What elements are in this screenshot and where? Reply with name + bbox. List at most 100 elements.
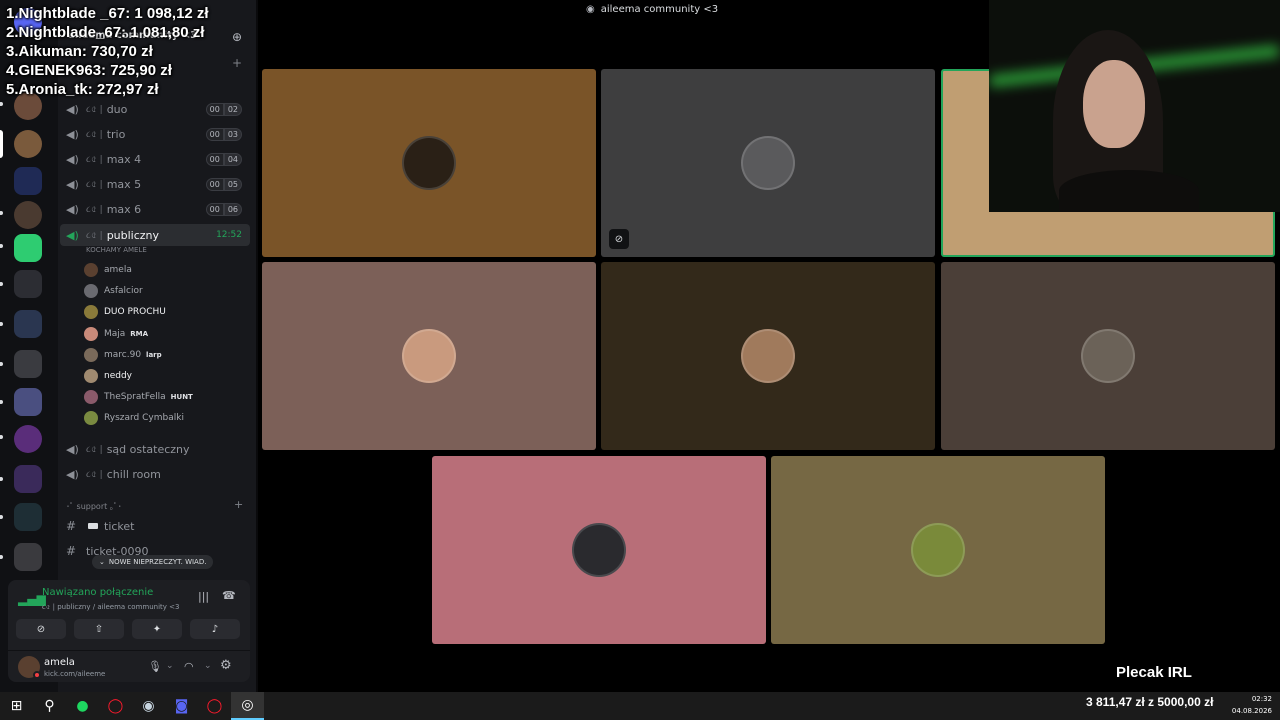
server-icon[interactable] — [14, 201, 42, 229]
server-folder-icon[interactable] — [14, 503, 42, 531]
add-channel-icon[interactable]: + — [234, 498, 243, 511]
top-donors-overlay: 1.Nightblade _67: 1 098,12 zł 2.Nightblad… — [6, 4, 209, 99]
steam-icon[interactable]: ◉ — [132, 692, 165, 720]
participant-tile[interactable] — [601, 262, 935, 450]
soundboard-button[interactable]: ♪ — [190, 619, 240, 639]
participant-tile[interactable] — [941, 262, 1275, 450]
user-status: kick.com/aileeme — [44, 670, 106, 678]
voice-member[interactable]: Asfalcior — [84, 281, 254, 301]
avatar — [84, 263, 98, 277]
avatar — [84, 411, 98, 426]
avatar — [402, 329, 456, 383]
microphone-icon[interactable]: 🎙 — [148, 660, 162, 673]
server-icon: ◉ — [586, 4, 595, 15]
participant-tile[interactable] — [262, 262, 596, 450]
avatar — [84, 369, 98, 383]
donor-entry: 3.Aikuman: 730,70 zł — [6, 43, 153, 60]
server-folder-icon[interactable] — [14, 465, 42, 493]
server-folder-icon[interactable] — [14, 350, 42, 378]
add-channel-icon[interactable]: + — [232, 56, 242, 70]
speaker-icon: ◀) — [66, 127, 79, 141]
member-name: amela — [104, 265, 132, 275]
goal-title: Plecak IRL — [1116, 664, 1192, 681]
avatar — [1081, 329, 1135, 383]
windows-start-icon[interactable]: ⊞ — [0, 692, 33, 720]
voice-location[interactable]: ૮৫ | publiczny / aileema community <3 — [42, 601, 179, 613]
channel-chill-room[interactable]: ◀) ૮৫ | chill room — [60, 463, 250, 485]
screen-share-icon: ⇧ — [94, 623, 104, 635]
voice-member[interactable]: Ryszard Cymbalki — [84, 408, 254, 428]
chevron-down-icon: ⌄ — [99, 558, 105, 566]
channel-label: ticket — [104, 519, 135, 533]
activities-button[interactable]: ✦ — [132, 619, 182, 639]
speaker-icon: ◀) — [66, 152, 79, 166]
spotify-icon[interactable]: ● — [66, 692, 99, 720]
channel-duo[interactable]: ◀) ૮৫ | duo 00 02 — [60, 98, 250, 120]
avatar — [911, 523, 965, 577]
channel-publiczny[interactable]: ◀) ૮৫ | publiczny 12:52 — [60, 224, 250, 246]
server-folder-icon[interactable] — [14, 310, 42, 338]
call-title: ◉ aileema community <3 — [586, 4, 719, 15]
server-folder-icon[interactable] — [14, 543, 42, 571]
channel-label: publiczny — [106, 228, 160, 242]
voice-member[interactable]: DUO PROCHU — [84, 302, 254, 322]
speaker-icon: ◀) — [66, 177, 79, 191]
screen-share-button[interactable]: ⇧ — [74, 619, 124, 639]
channel-timer: 12:52 — [216, 230, 242, 240]
server-icon[interactable] — [14, 425, 42, 453]
opera-gx-icon[interactable]: ◯ — [198, 692, 231, 720]
headset-icon[interactable]: ◠ — [184, 660, 194, 673]
camera-off-button[interactable]: ⊘ — [16, 619, 66, 639]
avatar — [741, 329, 795, 383]
server-icon[interactable] — [14, 130, 42, 158]
user-limit-badge: 00 02 — [205, 102, 242, 116]
status-dot — [33, 671, 41, 679]
voice-member[interactable]: Maja RMA — [84, 324, 254, 344]
speaker-icon: ◀) — [66, 442, 79, 456]
channel-trio[interactable]: ◀) ૮৫ | trio 00 03 — [60, 123, 250, 145]
participant-tile[interactable]: ⊘ — [601, 69, 935, 257]
channel-label: max 4 — [106, 152, 142, 166]
category-support[interactable]: ･ﾟ support ｡ﾟ･ — [66, 501, 122, 512]
invite-people-icon[interactable]: ⊕ — [232, 30, 242, 44]
voice-member[interactable]: amela — [84, 260, 254, 280]
opera-icon[interactable]: ◯ — [99, 692, 132, 720]
speaker-icon: ◀) — [66, 228, 79, 242]
obs-icon[interactable]: ◎ — [231, 692, 264, 720]
member-name: neddy — [104, 371, 132, 381]
server-icon[interactable] — [14, 234, 42, 262]
channel-max-4[interactable]: ◀) ૮৫ | max 4 00 04 — [60, 148, 250, 170]
discord-icon[interactable]: ◙ — [165, 692, 198, 720]
voice-member[interactable]: neddy — [84, 366, 254, 386]
channel-ticket[interactable]: # ticket — [60, 515, 250, 537]
member-name: marc.90 — [104, 349, 142, 360]
disconnect-icon[interactable]: ☎ — [222, 589, 236, 602]
voice-member[interactable]: marc.90 larp — [84, 345, 254, 365]
server-folder-icon[interactable] — [14, 270, 42, 298]
envelope-icon — [88, 523, 98, 529]
member-name: Asfalcior — [104, 286, 143, 297]
webcam-overlay — [989, 0, 1280, 212]
participant-tile[interactable] — [262, 69, 596, 257]
participant-tile[interactable] — [771, 456, 1105, 644]
voice-member[interactable]: TheSpratFella HUNT — [84, 387, 254, 407]
participant-tile[interactable] — [432, 456, 766, 644]
user-name: amela — [44, 657, 75, 668]
channel-max-5[interactable]: ◀) ૮৫ | max 5 00 05 — [60, 173, 250, 195]
chevron-down-icon[interactable]: ⌄ — [204, 661, 212, 671]
noise-suppression-icon[interactable]: ||| — [198, 590, 209, 603]
channel-label: max 5 — [106, 177, 142, 191]
search-icon[interactable]: ⚲ — [33, 692, 66, 720]
soundboard-icon: ♪ — [211, 623, 219, 635]
folder-icon[interactable] — [14, 167, 42, 195]
channel-sad-ostateczny[interactable]: ◀) ૮৫ | sąd ostateczny — [60, 438, 250, 460]
clock-date: 04.08.2026 — [1231, 707, 1272, 715]
settings-gear-icon[interactable]: ⚙ — [220, 658, 232, 673]
member-name: TheSpratFella — [104, 392, 166, 403]
chevron-down-icon[interactable]: ⌄ — [166, 661, 174, 671]
server-folder-icon[interactable] — [14, 388, 42, 416]
unread-messages-pill[interactable]: ⌄ NOWE NIEPRZECZYT. WIAD. — [92, 555, 214, 569]
member-name: DUO PROCHU — [104, 307, 166, 318]
channel-max-6[interactable]: ◀) ૮৫ | max 6 00 06 — [60, 198, 250, 220]
donor-entry: 4.GIENEK963: 725,90 zł — [6, 62, 172, 79]
